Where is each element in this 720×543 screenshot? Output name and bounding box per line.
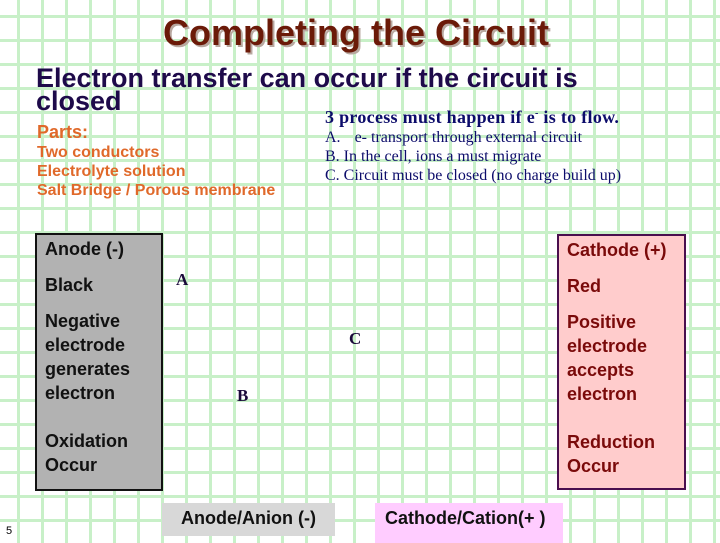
- cathode-reaction-line: Reduction: [567, 432, 655, 452]
- cation-label: Cathode/Cation(+ ): [375, 503, 563, 543]
- slide-title: Completing the Circuit: [163, 12, 549, 53]
- parts-item: Salt Bridge / Porous membrane: [37, 182, 276, 199]
- process-step: A. e- transport through external circuit: [325, 128, 621, 147]
- marker-a: A: [176, 270, 189, 289]
- process-heading-text-end: is to flow.: [538, 107, 620, 127]
- cathode-description-line: electrode: [567, 336, 648, 356]
- anode-reaction-line: Oxidation: [45, 431, 129, 451]
- anode-reaction-line: Occur: [45, 455, 98, 475]
- step-text: e- transport through external circuit: [354, 129, 583, 146]
- parts-heading: Parts:: [37, 122, 89, 142]
- anode-description-line: Negative: [45, 311, 121, 331]
- process-heading-text: 3 process must happen if e: [325, 107, 535, 127]
- anode-description-line: electron: [45, 383, 116, 403]
- cathode-title: Cathode (+): [567, 240, 667, 260]
- anode-box: Anode (-) Black Negative electrode gener…: [35, 233, 163, 491]
- anion-label: Anode/Anion (-): [162, 503, 335, 536]
- step-label: C.: [325, 167, 340, 184]
- cathode-description-line: Positive: [567, 312, 637, 332]
- parts-list: Parts: Two conductors Electrolyte soluti…: [37, 121, 275, 200]
- cathode-description-line: electron: [567, 384, 638, 404]
- anode-description-line: generates: [45, 359, 131, 379]
- step-label: A.: [325, 129, 341, 146]
- step-text: In the cell, ions a must migrate: [343, 148, 542, 165]
- parts-item: Electrolyte solution: [37, 163, 186, 180]
- cathode-box: Cathode (+) Red Positive electrode accep…: [557, 234, 686, 490]
- process-list: 3 process must happen if e- is to flow. …: [325, 103, 621, 185]
- process-step: B. In the cell, ions a must migrate: [325, 147, 621, 166]
- step-label: B.: [325, 148, 340, 165]
- anode-description-line: electrode: [45, 335, 126, 355]
- cathode-reaction-line: Occur: [567, 456, 620, 476]
- step-text: Circuit must be closed (no charge build …: [343, 167, 622, 184]
- parts-item: Two conductors: [37, 144, 160, 161]
- process-heading: 3 process must happen if e- is to flow.: [325, 103, 621, 128]
- marker-b: B: [237, 386, 249, 405]
- page-number: 5: [6, 525, 13, 537]
- cathode-description-line: accepts: [567, 360, 635, 380]
- anode-color: Black: [45, 275, 94, 295]
- anode-title: Anode (-): [45, 239, 124, 259]
- process-step: C. Circuit must be closed (no charge bui…: [325, 166, 621, 185]
- cathode-color: Red: [567, 276, 602, 296]
- marker-c: C: [349, 329, 362, 348]
